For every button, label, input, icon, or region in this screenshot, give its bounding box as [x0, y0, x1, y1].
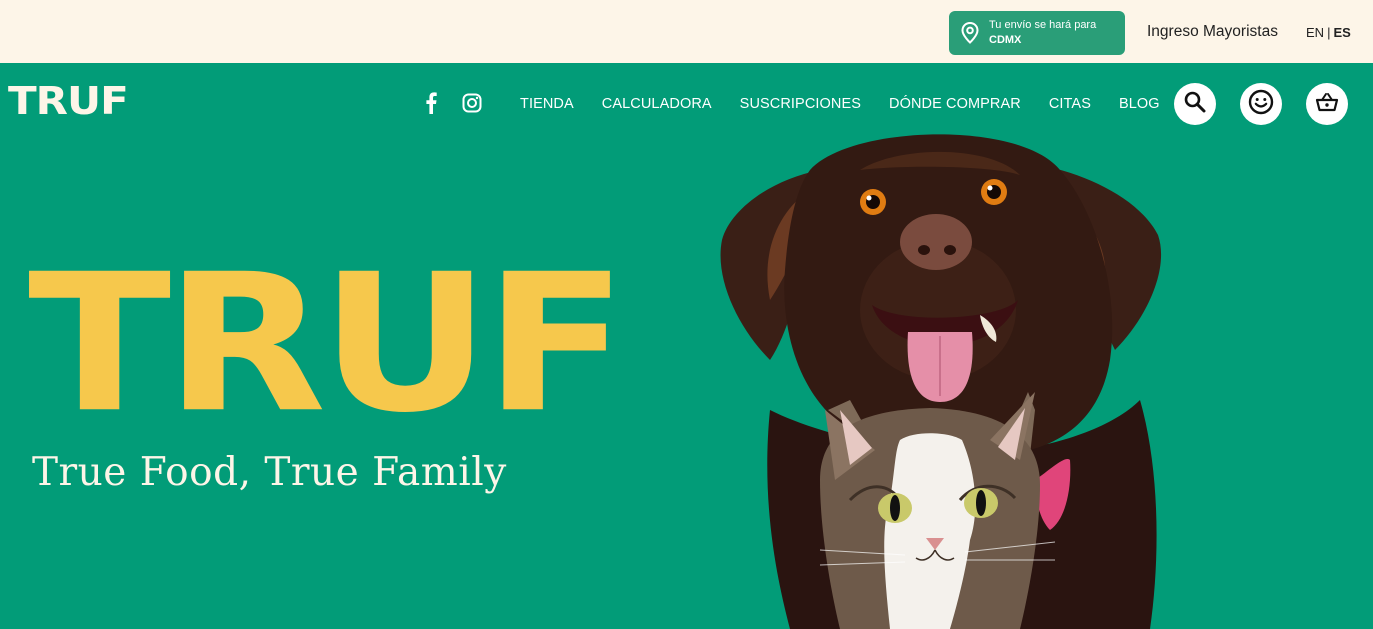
- lang-en-link[interactable]: EN: [1306, 25, 1324, 40]
- top-bar: Tu envío se hará para CDMX Ingreso Mayor…: [0, 0, 1373, 63]
- location-pin-icon: [961, 22, 979, 44]
- cart-button[interactable]: [1306, 83, 1348, 125]
- facebook-icon[interactable]: [420, 92, 442, 114]
- site-logo[interactable]: TRUF: [8, 80, 129, 122]
- lang-separator: |: [1327, 25, 1331, 40]
- hero-subtitle: True Food, True Family: [32, 450, 507, 495]
- shopping-basket-icon: [1315, 91, 1339, 118]
- shipping-city: CDMX: [989, 34, 1022, 46]
- hero-title: TRUF: [28, 232, 627, 455]
- language-switcher: EN | ES: [1306, 25, 1351, 40]
- nav-link-calculadora[interactable]: CALCULADORA: [602, 96, 712, 112]
- shipping-label: Tu envío se hará para: [989, 19, 1097, 31]
- smiley-face-icon: [1248, 89, 1274, 120]
- dog-and-cat-image: [720, 134, 1162, 629]
- nav-link-tienda[interactable]: TIENDA: [520, 96, 574, 112]
- wholesale-login-link[interactable]: Ingreso Mayoristas: [1147, 23, 1278, 41]
- account-button[interactable]: [1240, 83, 1282, 125]
- search-button[interactable]: [1174, 83, 1216, 125]
- shipping-text: Tu envío se hará para CDMX: [989, 18, 1096, 48]
- instagram-icon[interactable]: [461, 92, 483, 114]
- lang-es-link[interactable]: ES: [1333, 25, 1350, 40]
- search-icon: [1183, 90, 1207, 119]
- shipping-location-button[interactable]: Tu envío se hará para CDMX: [949, 11, 1125, 55]
